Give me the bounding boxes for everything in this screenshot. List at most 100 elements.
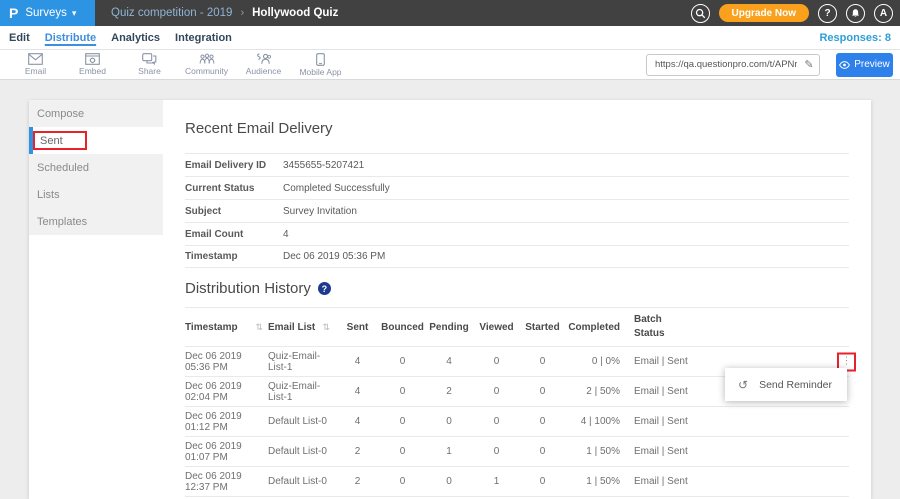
top-bar-actions: Upgrade Now ? A bbox=[691, 4, 900, 23]
sidebar-item-scheduled[interactable]: Scheduled bbox=[29, 154, 163, 181]
breadcrumb-parent-link[interactable]: Quiz competition - 2019 bbox=[111, 7, 232, 19]
cell-sent: 4 bbox=[335, 416, 380, 427]
edit-url-button[interactable]: ✎ bbox=[799, 58, 819, 71]
share-icon bbox=[142, 53, 157, 65]
channel-email[interactable]: Email bbox=[7, 53, 64, 76]
channel-mobile-app[interactable]: Mobile App bbox=[292, 53, 349, 77]
tab-edit[interactable]: Edit bbox=[9, 32, 30, 44]
upgrade-now-button[interactable]: Upgrade Now bbox=[719, 4, 809, 22]
field-value: Survey Invitation bbox=[283, 206, 357, 217]
help-icon[interactable]: ? bbox=[318, 282, 331, 295]
column-header-pending: Pending bbox=[425, 322, 473, 333]
surveys-menu-label: Surveys bbox=[25, 7, 67, 19]
cell-sent: 4 bbox=[335, 386, 380, 397]
field-row: Subject Survey Invitation bbox=[185, 199, 849, 222]
search-icon bbox=[695, 8, 706, 19]
cell-timestamp: Dec 06 2019 02:04 PM bbox=[185, 381, 268, 403]
audience-icon bbox=[256, 53, 272, 65]
survey-url-box: ✎ bbox=[646, 54, 820, 76]
cell-bounced: 0 bbox=[380, 416, 425, 427]
breadcrumb-separator-icon: › bbox=[240, 7, 244, 19]
field-row: Email Delivery ID 3455655-5207421 bbox=[185, 153, 849, 176]
distribute-toolbar: Email Embed Share Community Audience Mob… bbox=[0, 50, 900, 80]
cell-email-list: Default List-0 bbox=[268, 416, 335, 427]
email-sidebar: Compose Sent Scheduled Lists Templates bbox=[29, 100, 163, 235]
field-label: Email Delivery ID bbox=[185, 160, 283, 171]
top-bar: P Surveys ▾ Quiz competition - 2019 › Ho… bbox=[0, 0, 900, 26]
channel-embed[interactable]: Embed bbox=[64, 53, 121, 76]
tab-integration[interactable]: Integration bbox=[175, 32, 232, 44]
surveys-product-menu[interactable]: P Surveys ▾ bbox=[0, 0, 95, 26]
field-value: Dec 06 2019 05:36 PM bbox=[283, 251, 385, 262]
cell-pending: 1 bbox=[425, 446, 473, 457]
notifications-button[interactable] bbox=[846, 4, 865, 23]
channel-audience[interactable]: Audience bbox=[235, 53, 292, 76]
column-header-completed: Completed bbox=[565, 322, 620, 333]
distribution-history-table: Timestamp⇅ Email List⇅ Sent Bounced Pend… bbox=[185, 307, 849, 497]
column-header-timestamp: Timestamp⇅ bbox=[185, 322, 268, 333]
sidebar-item-label: Lists bbox=[37, 189, 60, 201]
channel-email-label: Email bbox=[25, 66, 46, 76]
cell-sent: 4 bbox=[335, 356, 380, 367]
sidebar-item-templates[interactable]: Templates bbox=[29, 208, 163, 235]
survey-url-input[interactable] bbox=[647, 59, 799, 70]
breadcrumb-current: Hollywood Quiz bbox=[252, 7, 338, 19]
cell-sent: 2 bbox=[335, 476, 380, 487]
field-row: Current Status Completed Successfully bbox=[185, 176, 849, 199]
mobile-app-icon bbox=[316, 53, 325, 66]
breadcrumb: Quiz competition - 2019 › Hollywood Quiz… bbox=[95, 0, 900, 26]
cell-batch-status: Email | Sent bbox=[620, 356, 712, 367]
cell-timestamp: Dec 06 2019 12:37 PM bbox=[185, 471, 268, 493]
sidebar-item-compose[interactable]: Compose bbox=[29, 100, 163, 127]
field-value: 3455655-5207421 bbox=[283, 160, 364, 171]
sort-icon[interactable]: ⇅ bbox=[255, 322, 263, 333]
cell-email-list: Default List-0 bbox=[268, 446, 335, 457]
cell-bounced: 0 bbox=[380, 356, 425, 367]
cell-started: 0 bbox=[520, 446, 565, 457]
cell-batch-status: Email | Sent bbox=[620, 386, 712, 397]
sidebar-item-lists[interactable]: Lists bbox=[29, 181, 163, 208]
field-value: 4 bbox=[283, 229, 289, 240]
tab-distribute[interactable]: Distribute bbox=[45, 32, 96, 44]
chevron-down-icon: ▾ bbox=[72, 8, 77, 19]
pencil-icon: ✎ bbox=[804, 59, 813, 71]
search-button[interactable] bbox=[691, 4, 710, 23]
column-header-email-list: Email List⇅ bbox=[268, 322, 335, 333]
sidebar-item-label: Sent bbox=[40, 135, 63, 147]
column-header-viewed: Viewed bbox=[473, 322, 520, 333]
community-icon bbox=[199, 53, 215, 65]
cell-viewed: 0 bbox=[473, 386, 520, 397]
sidebar-item-label: Templates bbox=[37, 216, 87, 228]
cell-email-list: Quiz-Email-List-1 bbox=[268, 351, 335, 373]
channel-share[interactable]: Share bbox=[121, 53, 178, 76]
responses-count-link[interactable]: Responses: 8 bbox=[819, 32, 891, 44]
sidebar-item-sent[interactable]: Sent bbox=[29, 127, 163, 154]
questionpro-app: P Surveys ▾ Quiz competition - 2019 › Ho… bbox=[0, 0, 900, 499]
table-row: Dec 06 2019 01:07 PM Default List-0 2 0 … bbox=[185, 437, 849, 467]
recent-delivery-title: Recent Email Delivery bbox=[185, 120, 849, 137]
tab-analytics[interactable]: Analytics bbox=[111, 32, 160, 44]
table-row: Dec 06 2019 01:12 PM Default List-0 4 0 … bbox=[185, 407, 849, 437]
preview-button[interactable]: Preview bbox=[836, 53, 893, 77]
column-header-started: Started bbox=[520, 322, 565, 333]
row-actions-menu-button[interactable]: ⋮ bbox=[839, 354, 854, 369]
distribution-history-title: Distribution History bbox=[185, 280, 311, 297]
cell-completed: 0 | 0% bbox=[565, 356, 620, 367]
cell-completed: 1 | 50% bbox=[565, 446, 620, 457]
help-button[interactable]: ? bbox=[818, 4, 837, 23]
channel-community-label: Community bbox=[185, 66, 228, 76]
cell-viewed: 0 bbox=[473, 416, 520, 427]
account-avatar[interactable]: A bbox=[874, 4, 893, 23]
cell-bounced: 0 bbox=[380, 476, 425, 487]
cell-viewed: 0 bbox=[473, 446, 520, 457]
channel-community[interactable]: Community bbox=[178, 53, 235, 76]
cell-viewed: 0 bbox=[473, 356, 520, 367]
menu-item-send-reminder[interactable]: Send Reminder bbox=[759, 379, 832, 391]
cell-batch-status: Email | Sent bbox=[620, 446, 712, 457]
sort-icon[interactable]: ⇅ bbox=[322, 322, 330, 333]
row-actions-context-menu: ↺ Send Reminder bbox=[725, 368, 847, 401]
cell-email-list: Quiz-Email-List-1 bbox=[268, 381, 335, 403]
cell-pending: 2 bbox=[425, 386, 473, 397]
cell-timestamp: Dec 06 2019 01:07 PM bbox=[185, 441, 268, 463]
cell-started: 0 bbox=[520, 386, 565, 397]
